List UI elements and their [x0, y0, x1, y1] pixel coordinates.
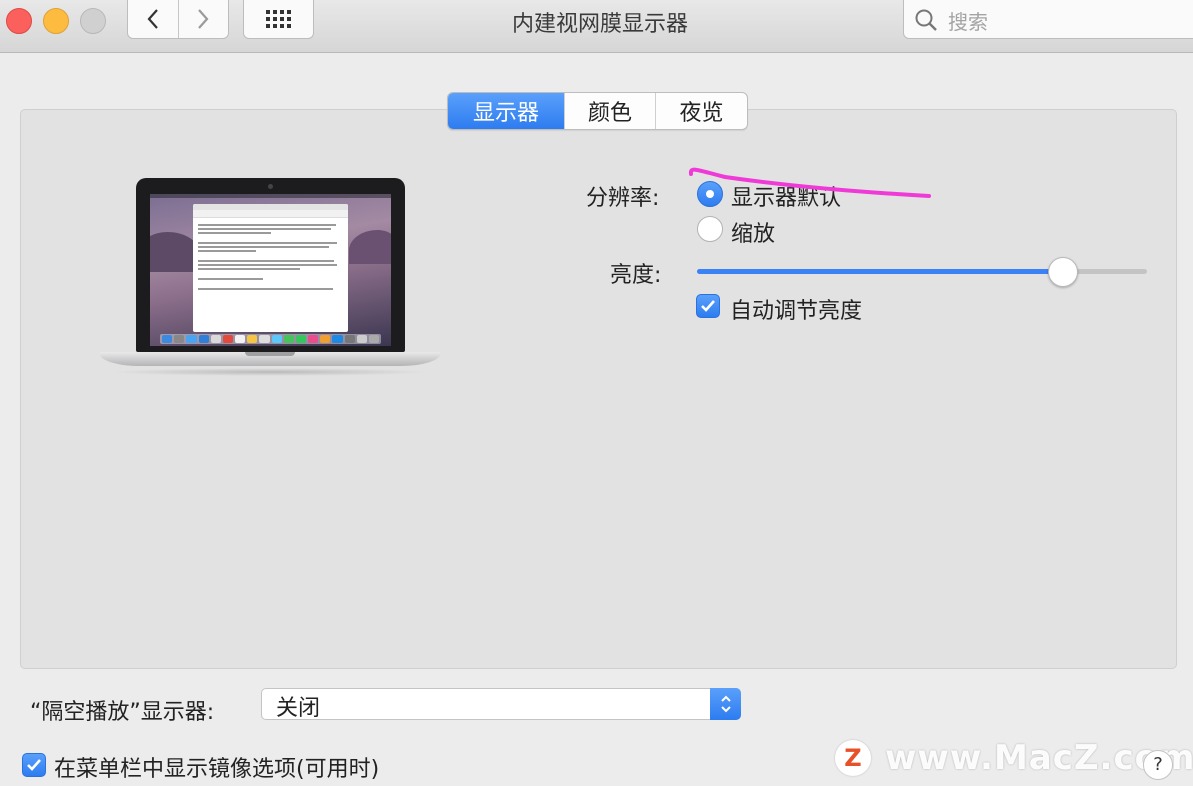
radio-scaled-resolution[interactable] — [697, 216, 723, 242]
window-title: 内建视网膜显示器 — [511, 12, 688, 37]
brightness-slider-fill — [697, 269, 1062, 274]
site-watermark: Z www.MacZ.com — [835, 738, 1193, 782]
resolution-label: 分辨率: — [586, 186, 660, 211]
tab-bar: 显示器 颜色 夜览 — [447, 92, 748, 130]
brightness-label: 亮度: — [610, 263, 662, 288]
search-placeholder: 搜索 — [948, 10, 988, 34]
close-window-button[interactable] — [6, 8, 32, 34]
show-mirroring-checkbox[interactable] — [22, 753, 46, 777]
select-stepper[interactable] — [710, 688, 741, 720]
airplay-display-label: “隔空播放”显示器: — [30, 700, 215, 725]
minimize-window-button[interactable] — [43, 8, 69, 34]
forward-button[interactable] — [177, 0, 229, 38]
camera-dot — [268, 184, 273, 189]
laptop-illustration — [100, 178, 440, 384]
annotation-stroke — [688, 167, 931, 198]
search-field[interactable]: 搜索 — [903, 0, 1193, 39]
help-button[interactable]: ? — [1143, 750, 1173, 780]
chevron-left-icon — [147, 9, 158, 29]
checkmark-icon — [27, 759, 41, 771]
laptop-lid — [136, 178, 405, 352]
auto-brightness-checkbox[interactable] — [696, 294, 720, 318]
airplay-display-value: 关闭 — [276, 696, 321, 721]
back-button[interactable] — [128, 0, 178, 38]
scaled-resolution-label[interactable]: 缩放 — [731, 216, 775, 248]
chevron-right-icon — [198, 9, 209, 29]
show-mirroring-label[interactable]: 在菜单栏中显示镜像选项(可用时) — [54, 751, 379, 783]
airplay-display-select[interactable]: 关闭 — [261, 688, 741, 721]
watermark-logo-letter: Z — [844, 744, 862, 772]
tab-color[interactable]: 颜色 — [564, 93, 655, 129]
checkmark-icon — [701, 300, 715, 312]
tab-night-shift[interactable]: 夜览 — [655, 93, 747, 129]
brightness-slider[interactable] — [697, 257, 1147, 287]
search-icon — [915, 9, 937, 31]
show-all-button[interactable] — [243, 0, 314, 39]
watermark-logo: Z — [835, 740, 871, 776]
document-window-thumbnail — [193, 204, 348, 332]
tab-display[interactable]: 显示器 — [448, 93, 564, 129]
dock-thumbnail — [160, 334, 381, 344]
zoom-window-button[interactable] — [80, 8, 106, 34]
grid-icon — [265, 10, 291, 28]
title-bar: 内建视网膜显示器 搜索 — [0, 0, 1193, 53]
laptop-screen — [150, 194, 391, 346]
navigation-buttons — [127, 0, 229, 39]
auto-brightness-label[interactable]: 自动调节亮度 — [730, 293, 862, 325]
brightness-slider-knob[interactable] — [1047, 257, 1078, 287]
up-down-chevron-icon — [720, 695, 731, 713]
